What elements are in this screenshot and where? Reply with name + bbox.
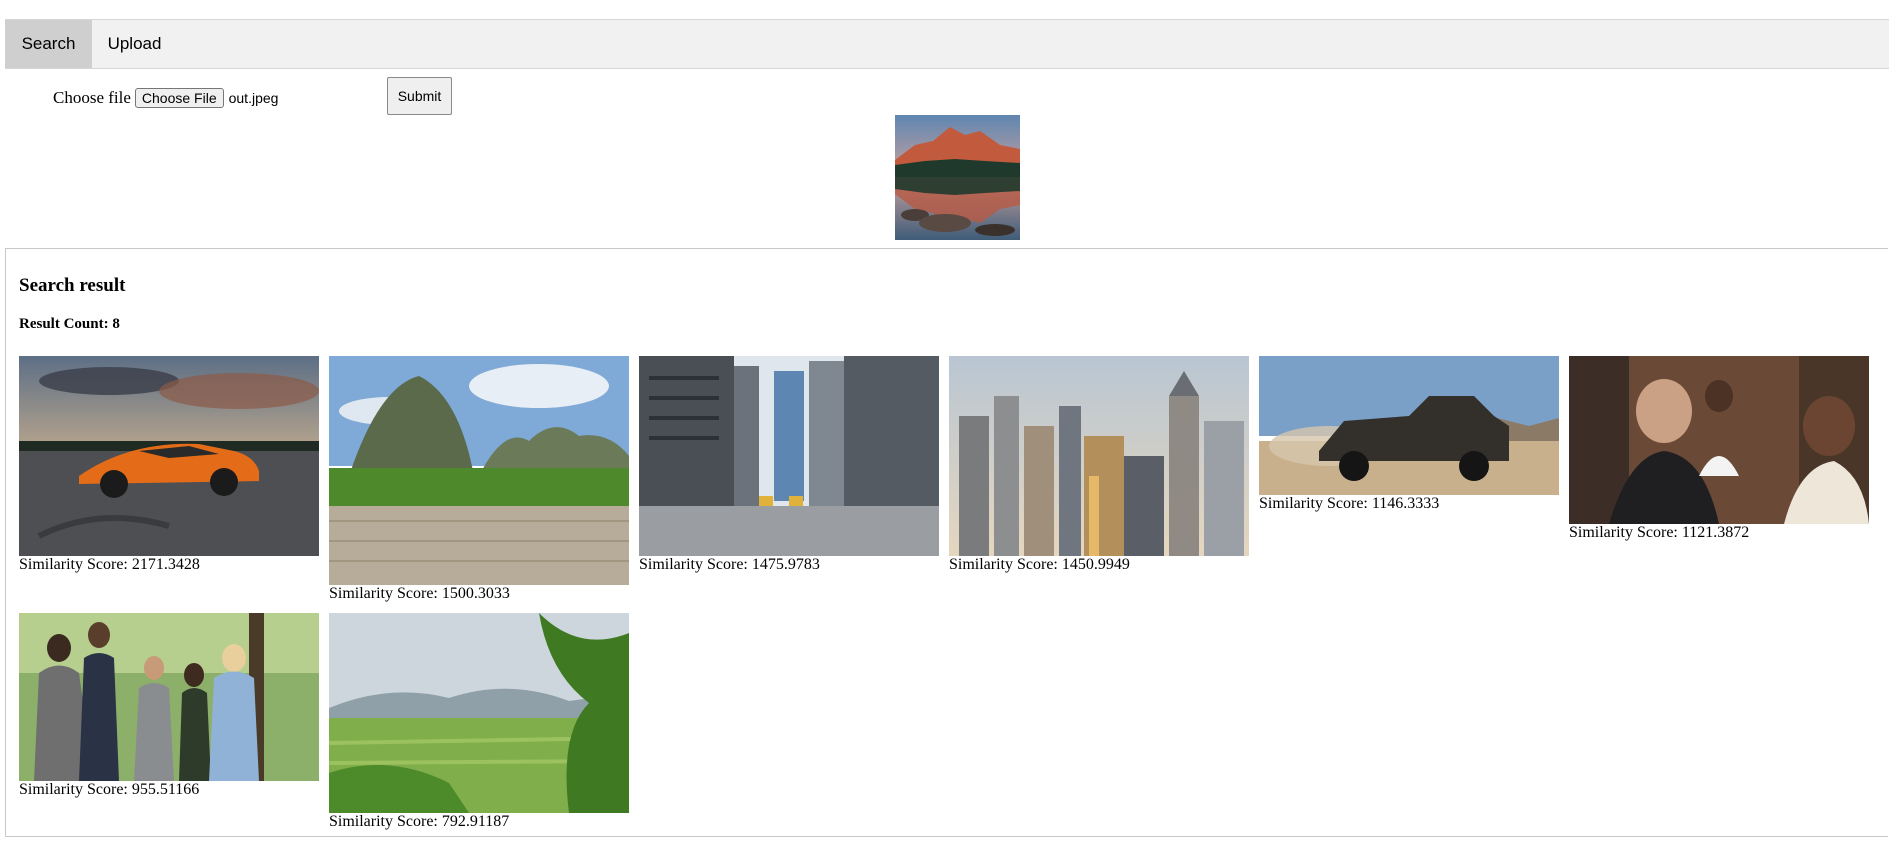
result-image-city-street[interactable] — [639, 356, 939, 556]
result-image-people-party[interactable] — [1569, 356, 1869, 524]
choose-file-label: Choose file — [53, 88, 131, 107]
result-image-skyline[interactable] — [949, 356, 1249, 556]
similarity-score: Similarity Score: 1475.9783 — [639, 556, 820, 573]
result-card[interactable]: Similarity Score: 792.91187 — [329, 613, 629, 831]
choose-file-button[interactable]: Choose File — [134, 88, 224, 108]
result-image-pickup-truck[interactable] — [1259, 356, 1559, 495]
similarity-score: Similarity Score: 2171.3428 — [19, 556, 200, 573]
selected-file-name: out.jpeg — [228, 90, 279, 106]
result-image-green-valley[interactable] — [329, 613, 629, 813]
result-image-students[interactable] — [19, 613, 319, 781]
result-image-sports-car[interactable] — [19, 356, 319, 556]
similarity-score: Similarity Score: 1450.9949 — [949, 556, 1130, 573]
results-heading: Search result — [19, 275, 126, 296]
similarity-score: Similarity Score: 1146.3333 — [1259, 495, 1440, 512]
submit-button[interactable]: Submit — [387, 77, 452, 115]
result-card[interactable]: Similarity Score: 1146.3333 — [1259, 356, 1559, 513]
result-card[interactable]: Similarity Score: 1450.9949 — [949, 356, 1249, 574]
similarity-score: Similarity Score: 1121.3872 — [1569, 524, 1750, 541]
tab-bar: Search Upload — [5, 19, 1889, 69]
similarity-score: Similarity Score: 955.51166 — [19, 781, 200, 798]
result-card[interactable]: Similarity Score: 2171.3428 — [19, 356, 319, 574]
similarity-score: Similarity Score: 792.91187 — [329, 813, 510, 830]
result-card[interactable]: Similarity Score: 955.51166 — [19, 613, 319, 799]
result-image-mountain[interactable] — [329, 356, 629, 585]
similarity-score: Similarity Score: 1500.3033 — [329, 585, 510, 602]
upload-form: Choose file Choose File out.jpeg — [53, 80, 278, 116]
search-results-panel: Search result Result Count: 8 Similarity… — [5, 248, 1888, 837]
result-card[interactable]: Similarity Score: 1500.3033 — [329, 356, 629, 603]
result-card[interactable]: Similarity Score: 1475.9783 — [639, 356, 939, 574]
tab-search[interactable]: Search — [5, 20, 92, 68]
query-image — [895, 115, 1020, 240]
result-count: Result Count: 8 — [19, 316, 120, 332]
result-card[interactable]: Similarity Score: 1121.3872 — [1569, 356, 1869, 542]
tab-upload[interactable]: Upload — [92, 20, 177, 68]
